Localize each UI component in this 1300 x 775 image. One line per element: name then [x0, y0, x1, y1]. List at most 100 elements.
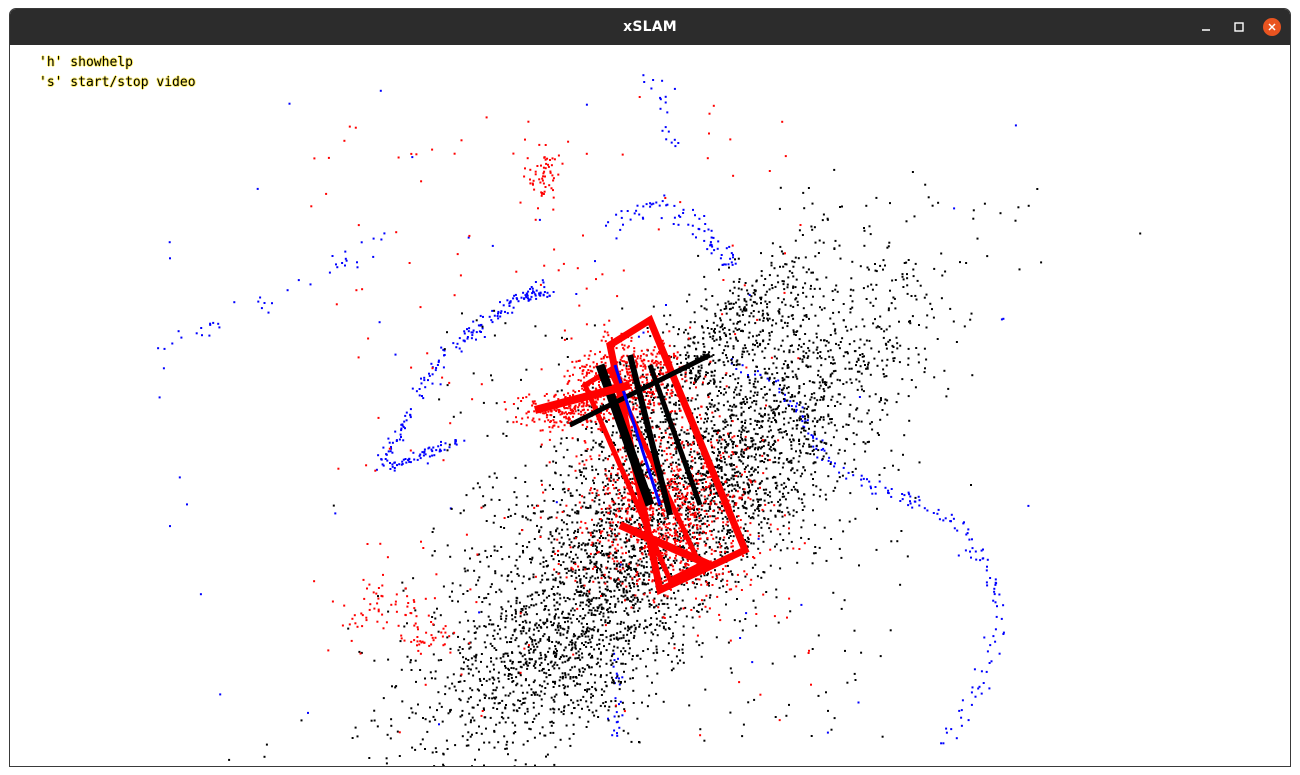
map-point [775, 366, 778, 369]
map-point [756, 345, 759, 348]
map-point [531, 640, 534, 643]
map-point [592, 606, 595, 609]
map-point [721, 477, 724, 480]
map-point [810, 284, 812, 287]
map-point [911, 171, 914, 173]
map-point [749, 446, 752, 448]
map-point [755, 493, 758, 496]
map-point [868, 395, 871, 398]
map-point [629, 478, 632, 481]
map-point [792, 265, 795, 268]
map-point [844, 325, 847, 328]
map-point [542, 294, 545, 297]
map-point [531, 658, 533, 661]
map-point [754, 344, 756, 347]
map-point [720, 468, 723, 471]
map-viewer-canvas[interactable]: 'h' showhelp 's' start/stop video [10, 45, 1290, 766]
map-point [446, 636, 449, 639]
map-point [199, 593, 202, 596]
map-point [475, 667, 478, 670]
map-point [617, 562, 620, 565]
close-button-circle [1263, 18, 1281, 36]
map-point [740, 426, 743, 429]
map-point [832, 311, 835, 314]
map-point [522, 627, 525, 630]
titlebar[interactable]: xSLAM [10, 9, 1290, 45]
map-point [1040, 261, 1043, 264]
map-point [678, 463, 681, 466]
map-point [623, 708, 626, 711]
map-point [735, 489, 737, 492]
map-point [775, 588, 778, 591]
map-point [754, 446, 757, 449]
close-button[interactable] [1260, 15, 1284, 39]
map-point [511, 651, 513, 654]
map-point [733, 391, 735, 394]
map-point [734, 484, 737, 487]
map-point [576, 521, 579, 524]
map-point [504, 652, 507, 655]
map-point [725, 307, 728, 310]
point-cloud-view [157, 74, 1142, 766]
map-point [744, 512, 747, 515]
map-point [493, 678, 496, 681]
map-point [577, 656, 580, 659]
map-point [500, 606, 503, 609]
map-point [768, 417, 771, 420]
map-point [477, 670, 480, 673]
map-point [726, 424, 729, 427]
map-point [474, 637, 477, 640]
map-point [543, 671, 546, 674]
map-point [675, 452, 678, 455]
map-point [510, 637, 513, 640]
map-point [493, 549, 496, 552]
map-point [552, 731, 555, 734]
map-point [670, 141, 673, 144]
map-point [707, 408, 709, 411]
map-point [511, 614, 513, 617]
map-point [483, 697, 486, 699]
map-point [619, 228, 622, 231]
map-point [661, 79, 664, 82]
map-point [408, 716, 411, 719]
map-point [612, 464, 615, 467]
map-point [571, 570, 574, 573]
map-point [654, 659, 657, 662]
map-point [602, 446, 605, 449]
map-point [557, 554, 559, 557]
map-point [802, 318, 805, 321]
map-point [534, 639, 536, 642]
map-point [691, 233, 694, 236]
map-point [701, 608, 703, 611]
map-point [195, 332, 198, 335]
map-point [660, 599, 663, 602]
map-point [470, 719, 472, 722]
map-point [607, 719, 610, 722]
map-point [792, 420, 795, 422]
maximize-button[interactable] [1227, 15, 1251, 39]
map-point [815, 336, 818, 339]
map-point [576, 585, 579, 588]
map-point [726, 551, 729, 554]
map-point [782, 462, 785, 465]
map-point [760, 480, 763, 483]
minimize-button[interactable] [1194, 15, 1218, 39]
map-point [709, 405, 712, 408]
map-point [740, 385, 743, 388]
map-point [528, 629, 531, 632]
map-point [777, 428, 780, 431]
map-point [906, 292, 909, 295]
map-point [812, 351, 815, 354]
map-point [711, 337, 714, 340]
map-point [917, 361, 920, 364]
map-point [556, 511, 559, 514]
map-point [344, 257, 347, 260]
map-point [605, 224, 607, 227]
map-point [463, 680, 466, 682]
map-point [807, 432, 810, 435]
map-point [711, 434, 714, 437]
map-point [818, 495, 821, 498]
map-point [730, 462, 733, 465]
map-point [754, 468, 757, 471]
map-point [798, 440, 800, 442]
